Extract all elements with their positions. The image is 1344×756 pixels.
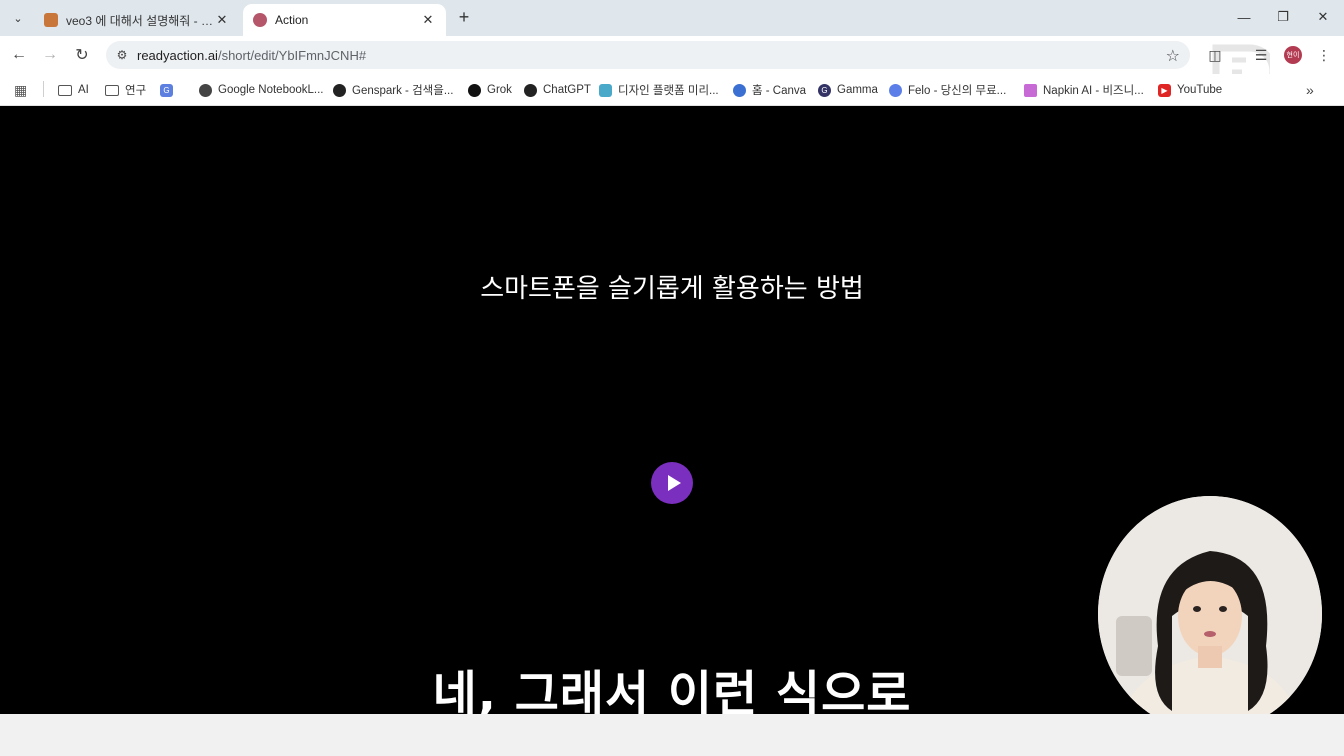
- tab-veo3[interactable]: veo3 에 대해서 설명해줘 - Da ✕: [34, 4, 240, 36]
- bookmark-star-icon[interactable]: ☆: [1166, 46, 1180, 66]
- bookmark-label: 디자인 플랫폼 미리...: [618, 85, 719, 97]
- bookmark-napkin[interactable]: Napkin AI - 비즈니...: [1024, 80, 1144, 100]
- close-icon[interactable]: ✕: [420, 12, 436, 28]
- more-bookmarks-icon[interactable]: »: [1306, 80, 1314, 100]
- bookmark-gamma[interactable]: G Gamma: [818, 80, 878, 100]
- video-title: 스마트폰을 슬기롭게 활용하는 방법: [480, 274, 864, 304]
- bookmark-label: Google NotebookL...: [218, 84, 324, 96]
- folder-icon: [58, 84, 72, 96]
- bookmark-separator: [43, 81, 44, 97]
- bookmark-label: Napkin AI - 비즈니...: [1043, 85, 1144, 97]
- bookmark-grok[interactable]: Grok: [468, 80, 512, 100]
- bookmark-folder-ai[interactable]: AI: [58, 80, 89, 100]
- felo-icon: [889, 83, 902, 97]
- page-bottom-area: [0, 714, 1344, 756]
- forward-icon[interactable]: →: [39, 44, 61, 66]
- tab-favicon-icon: [44, 13, 58, 27]
- globe-icon: [199, 83, 212, 97]
- bookmark-felo[interactable]: Felo - 당신의 무료...: [889, 80, 1006, 100]
- bookmark-label: YouTube: [1177, 84, 1223, 96]
- bookmark-label: 연구: [125, 85, 147, 97]
- tab-search-button[interactable]: ⌄: [7, 7, 29, 29]
- bookmark-chatgpt[interactable]: ChatGPT: [524, 80, 591, 100]
- new-tab-button[interactable]: +: [454, 7, 474, 27]
- bookmark-notebooklm[interactable]: Google NotebookL...: [199, 80, 324, 100]
- menu-icon[interactable]: ⋮: [1313, 44, 1335, 66]
- address-bar[interactable]: ⚙ readyaction.ai/short/edit/YbIFmnJCNH# …: [106, 41, 1190, 69]
- bookmark-label: ChatGPT: [543, 84, 591, 96]
- reload-icon[interactable]: ↻: [71, 44, 93, 66]
- url-path: /short/edit/YbIFmnJCNH#: [217, 48, 367, 63]
- chatgpt-icon: [524, 83, 537, 97]
- bookmark-label: Grok: [487, 84, 512, 96]
- apps-grid-icon[interactable]: ▦: [14, 80, 27, 100]
- tab-action[interactable]: Action ✕: [243, 4, 446, 36]
- tab-favicon-icon: [253, 13, 267, 27]
- translate-icon: G: [160, 83, 173, 97]
- napkin-icon: [1024, 83, 1037, 97]
- genspark-icon: [333, 83, 346, 97]
- presenter-avatar: [1098, 496, 1322, 732]
- design-platform-icon: [599, 83, 612, 97]
- bookmark-label: 홈 - Canva: [752, 85, 807, 97]
- webcam-overlay: [1098, 496, 1322, 732]
- back-icon[interactable]: ←: [8, 44, 30, 66]
- bookmark-youtube[interactable]: ▶ YouTube: [1158, 80, 1222, 100]
- folder-icon: [105, 84, 119, 96]
- bookmarks-bar: ▦ AI 연구 G Google NotebookL... Genspark -…: [0, 74, 1344, 106]
- site-info-icon[interactable]: ⚙: [114, 47, 130, 63]
- bookmark-genspark[interactable]: Genspark - 검색을...: [333, 80, 453, 100]
- youtube-icon: ▶: [1158, 83, 1171, 97]
- url-host: readyaction.ai: [137, 48, 218, 63]
- bookmark-canva[interactable]: 홈 - Canva: [733, 80, 806, 100]
- tab-title: Action: [275, 13, 309, 27]
- bookmark-label: Felo - 당신의 무료...: [908, 85, 1007, 97]
- canva-icon: [733, 83, 746, 97]
- url-text[interactable]: readyaction.ai/short/edit/YbIFmnJCNH#: [137, 48, 366, 63]
- tab-strip: ⌄ veo3 에 대해서 설명해줘 - Da ✕ Action ✕ + — ❐ …: [0, 0, 1344, 36]
- bookmark-label: Genspark - 검색을...: [352, 85, 454, 97]
- minimize-icon[interactable]: —: [1233, 6, 1255, 28]
- restore-icon[interactable]: ❐: [1272, 6, 1294, 28]
- profile-avatar[interactable]: 현이: [1284, 46, 1302, 64]
- bookmark-design-platform[interactable]: 디자인 플랫폼 미리...: [599, 80, 719, 100]
- grok-icon: [468, 83, 481, 97]
- bookmark-folder-research[interactable]: 연구: [105, 80, 146, 100]
- bookmark-label: AI: [78, 84, 89, 96]
- browser-toolbar: ← → ↻ ⚙ readyaction.ai/short/edit/YbIFmn…: [0, 36, 1344, 74]
- chevron-down-icon: ⌄: [13, 12, 23, 25]
- bookmark-translate[interactable]: G: [160, 80, 179, 100]
- close-icon[interactable]: ✕: [214, 12, 230, 28]
- window-close-icon[interactable]: ✕: [1312, 6, 1334, 28]
- play-button[interactable]: [651, 462, 693, 504]
- gamma-icon: G: [818, 83, 831, 97]
- bookmark-label: Gamma: [837, 84, 878, 96]
- tab-title: veo3 에 대해서 설명해줘 - Da: [66, 13, 214, 28]
- play-icon: [667, 475, 681, 491]
